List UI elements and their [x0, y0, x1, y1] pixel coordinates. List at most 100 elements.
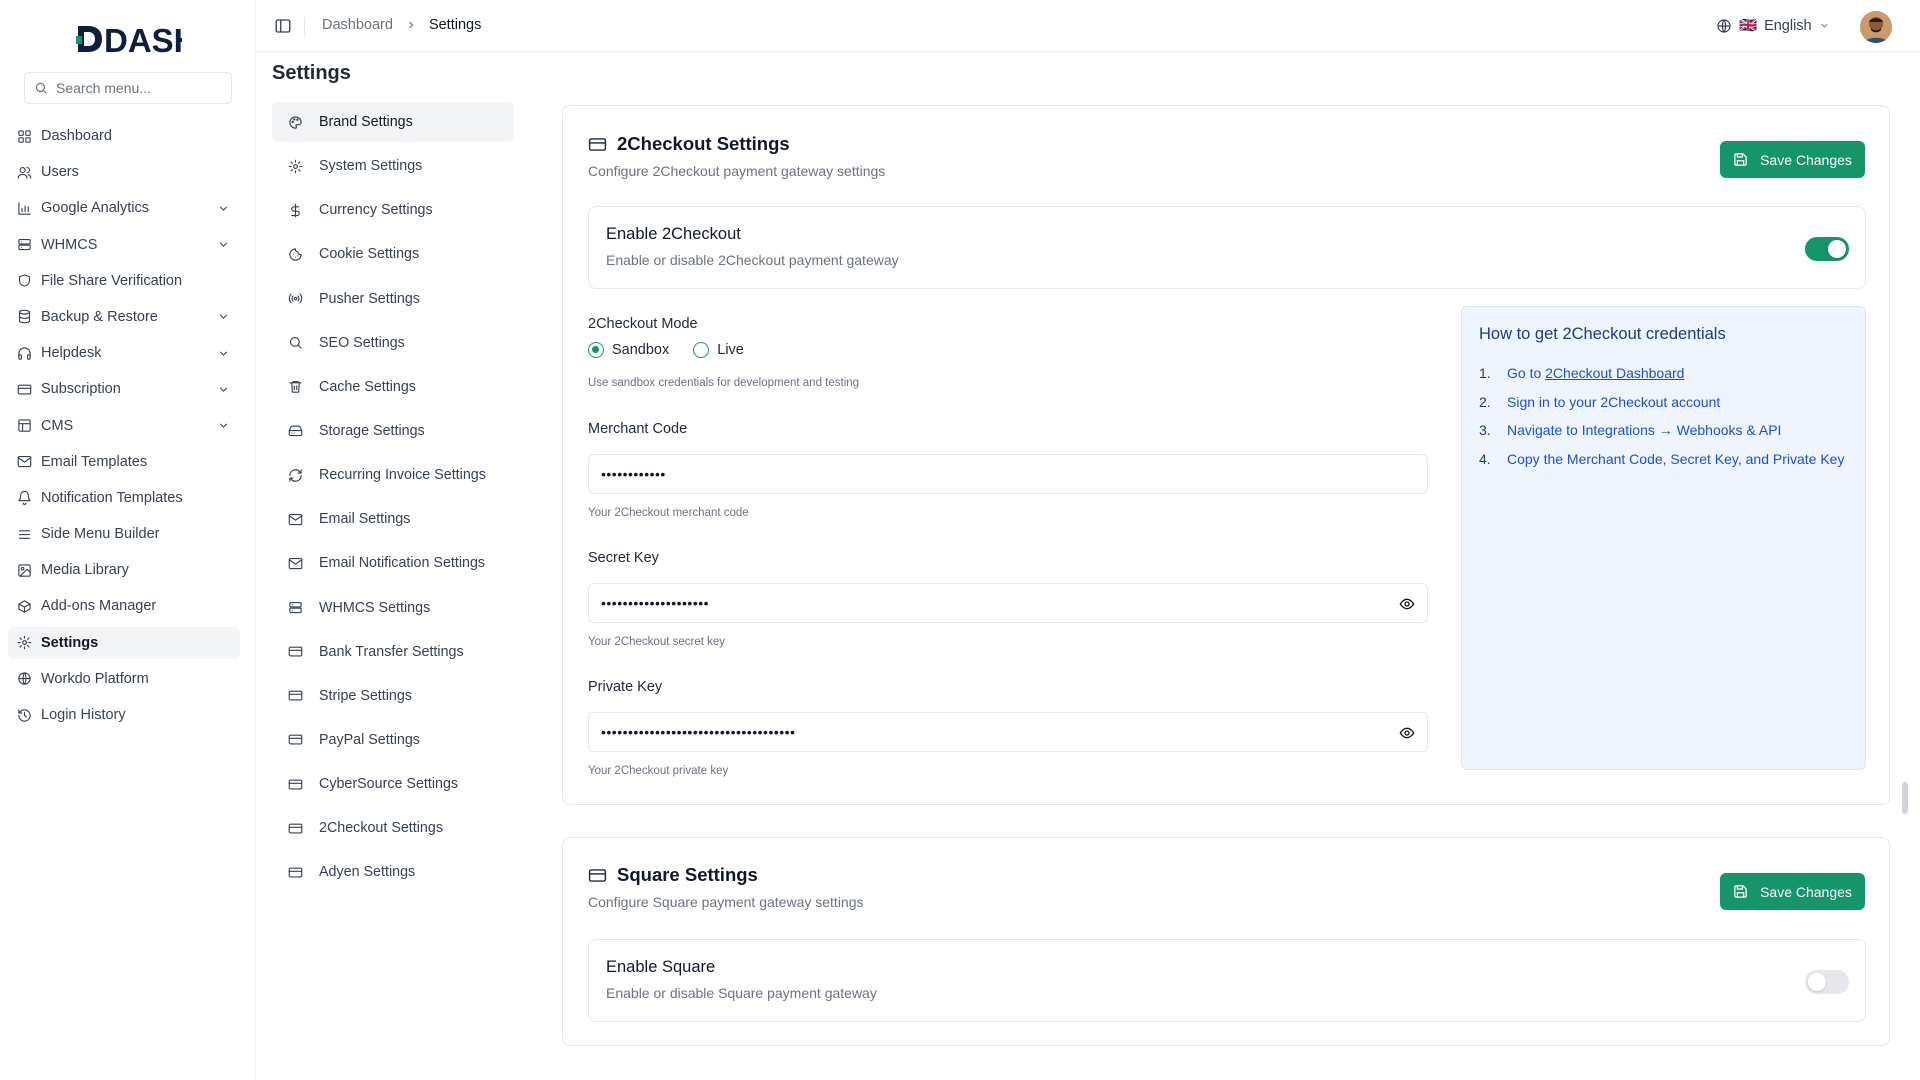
settings-menu-item-pusher-settings[interactable]: Pusher Settings	[272, 279, 514, 319]
settings-menu-item-whmcs-settings[interactable]: WHMCS Settings	[272, 588, 514, 628]
private-key-visibility-toggle[interactable]	[1399, 725, 1415, 741]
sidebar-item-label: Media Library	[41, 562, 129, 579]
chevron-down-icon	[217, 310, 230, 323]
sidebar-item-side-menu-builder[interactable]: Side Menu Builder	[8, 518, 240, 550]
gear-icon	[288, 159, 303, 173]
sidebar-item-settings[interactable]: Settings	[8, 626, 240, 659]
history-icon	[18, 708, 31, 722]
mode-radio-sandbox[interactable]: Sandbox	[588, 342, 669, 358]
secret-key-visibility-toggle[interactable]	[1399, 596, 1415, 612]
checkout-save-label: Save Changes	[1760, 151, 1852, 168]
mode-label: 2Checkout Mode	[588, 316, 698, 332]
sidebar-item-label: Add-ons Manager	[41, 598, 157, 615]
credentials-help-box: How to get 2Checkout credentials 1. Go t…	[1461, 306, 1866, 770]
language-selector[interactable]: 🇬🇧 English	[1716, 17, 1830, 34]
cookie-icon	[289, 248, 302, 261]
settings-menu-item-2checkout-settings[interactable]: 2Checkout Settings	[272, 808, 514, 848]
sidebar-item-label: Google Analytics	[41, 200, 150, 217]
search-box[interactable]	[24, 72, 232, 104]
server-icon-wrap	[17, 237, 32, 252]
sidebar-item-helpdesk[interactable]: Helpdesk	[8, 337, 240, 369]
search-input[interactable]	[56, 80, 216, 96]
settings-menu-item-seo-settings[interactable]: SEO Settings	[272, 323, 514, 363]
sidebar-item-backup-restore[interactable]: Backup & Restore	[8, 301, 240, 333]
checkout-dashboard-link[interactable]: 2Checkout Dashboard	[1545, 365, 1684, 381]
settings-menu-label: Stripe Settings	[319, 687, 412, 704]
panel-left-icon	[275, 19, 291, 33]
merchant-code-input[interactable]: ••••••••••••	[588, 454, 1428, 494]
bell-icon-wrap	[17, 490, 32, 506]
settings-menu-item-brand-settings[interactable]: Brand Settings	[272, 102, 514, 142]
avatar[interactable]	[1860, 11, 1892, 43]
chevron-down-icon	[1821, 23, 1828, 28]
private-key-hint: Your 2Checkout private key	[588, 765, 729, 777]
credit-card-icon	[17, 384, 32, 395]
settings-menu-item-paypal-settings[interactable]: PayPal Settings	[272, 720, 514, 760]
checkout-save-button[interactable]: Save Changes	[1720, 141, 1865, 178]
square-save-button[interactable]: Save Changes	[1720, 873, 1865, 910]
secret-key-input[interactable]: ••••••••••••••••••••	[588, 583, 1428, 623]
shield-icon-wrap	[17, 273, 32, 288]
sidebar-item-label: Users	[41, 164, 79, 181]
settings-menu-item-cybersource-settings[interactable]: CyberSource Settings	[272, 764, 514, 804]
logo[interactable]: DASH	[74, 20, 182, 58]
sidebar-item-media-library[interactable]: Media Library	[8, 554, 240, 586]
merchant-code-label: Merchant Code	[588, 421, 688, 437]
settings-menu-item-recurring-invoice-settings[interactable]: Recurring Invoice Settings	[272, 455, 514, 495]
square-save-label: Save Changes	[1760, 883, 1852, 900]
settings-menu-item-adyen-settings[interactable]: Adyen Settings	[272, 852, 514, 892]
sidebar-item-workdo-platform[interactable]: Workdo Platform	[8, 663, 240, 695]
sidebar-item-subscription[interactable]: Subscription	[8, 373, 240, 405]
settings-menu-item-cookie-settings[interactable]: Cookie Settings	[272, 234, 514, 274]
help-steps: 1. Go to 2Checkout Dashboard 2. Sign in …	[1479, 359, 1844, 473]
settings-menu-label: Pusher Settings	[319, 290, 420, 307]
sidebar-item-notification-templates[interactable]: Notification Templates	[8, 482, 240, 514]
step-text: Navigate to Integrations → Webhooks & AP…	[1507, 422, 1782, 439]
sidebar-item-file-share-verification[interactable]: File Share Verification	[8, 265, 240, 297]
sidebar-item-email-templates[interactable]: Email Templates	[8, 446, 240, 478]
credit-card-icon-wrap	[288, 688, 303, 703]
settings-menu-label: Currency Settings	[319, 202, 433, 219]
sidebar-item-add-ons-manager[interactable]: Add-ons Manager	[8, 590, 240, 622]
image-icon	[18, 564, 31, 577]
mail-icon	[288, 513, 303, 525]
checkout-enable-toggle[interactable]	[1805, 237, 1849, 261]
mail-icon	[17, 456, 32, 468]
sidebar-item-dashboard[interactable]: Dashboard	[8, 120, 240, 152]
private-key-value: ••••••••••••••••••••••••••••••••••••	[601, 724, 796, 740]
sidebar-item-cms[interactable]: CMS	[8, 410, 240, 442]
chevron-down-icon	[217, 419, 230, 432]
settings-menu-item-cache-settings[interactable]: Cache Settings	[272, 367, 514, 407]
settings-menu-label: Recurring Invoice Settings	[319, 467, 486, 484]
settings-menu-item-system-settings[interactable]: System Settings	[272, 146, 514, 186]
globe-icon	[18, 672, 31, 685]
sidebar-toggle-button[interactable]	[274, 17, 292, 35]
checkout-title-text: 2Checkout Settings	[617, 133, 790, 154]
sidebar-item-label: CMS	[41, 417, 74, 434]
settings-menu-label: CyberSource Settings	[319, 776, 459, 793]
trash-icon-wrap	[288, 379, 303, 394]
help-step: 2. Sign in to your 2Checkout account	[1479, 388, 1844, 417]
sidebar-item-whmcs[interactable]: WHMCS	[8, 229, 240, 261]
save-icon	[1734, 153, 1747, 166]
settings-menu-item-email-settings[interactable]: Email Settings	[272, 499, 514, 539]
settings-menu-item-storage-settings[interactable]: Storage Settings	[272, 411, 514, 451]
settings-menu-label: Email Notification Settings	[319, 555, 486, 572]
settings-menu-label: 2Checkout Settings	[319, 820, 443, 837]
credit-card-icon	[288, 867, 303, 878]
scrollbar-thumb[interactable]	[1902, 782, 1908, 814]
settings-menu-label: System Settings	[319, 158, 423, 175]
settings-menu-label: Cache Settings	[319, 378, 416, 395]
private-key-input[interactable]: ••••••••••••••••••••••••••••••••••••	[588, 712, 1428, 752]
breadcrumb-dashboard[interactable]: Dashboard	[322, 17, 393, 33]
settings-menu-item-stripe-settings[interactable]: Stripe Settings	[272, 676, 514, 716]
settings-menu-item-email-notification-settings[interactable]: Email Notification Settings	[272, 543, 514, 583]
square-enable-toggle[interactable]	[1805, 970, 1849, 994]
settings-menu-item-currency-settings[interactable]: Currency Settings	[272, 190, 514, 230]
sidebar-item-users[interactable]: Users	[8, 156, 240, 188]
settings-menu-item-bank-transfer-settings[interactable]: Bank Transfer Settings	[272, 632, 514, 672]
sidebar-item-google-analytics[interactable]: Google Analytics	[8, 192, 240, 224]
sidebar-item-login-history[interactable]: Login History	[8, 699, 240, 731]
headphones-icon-wrap	[17, 346, 32, 361]
mode-radio-live[interactable]: Live	[693, 342, 744, 358]
